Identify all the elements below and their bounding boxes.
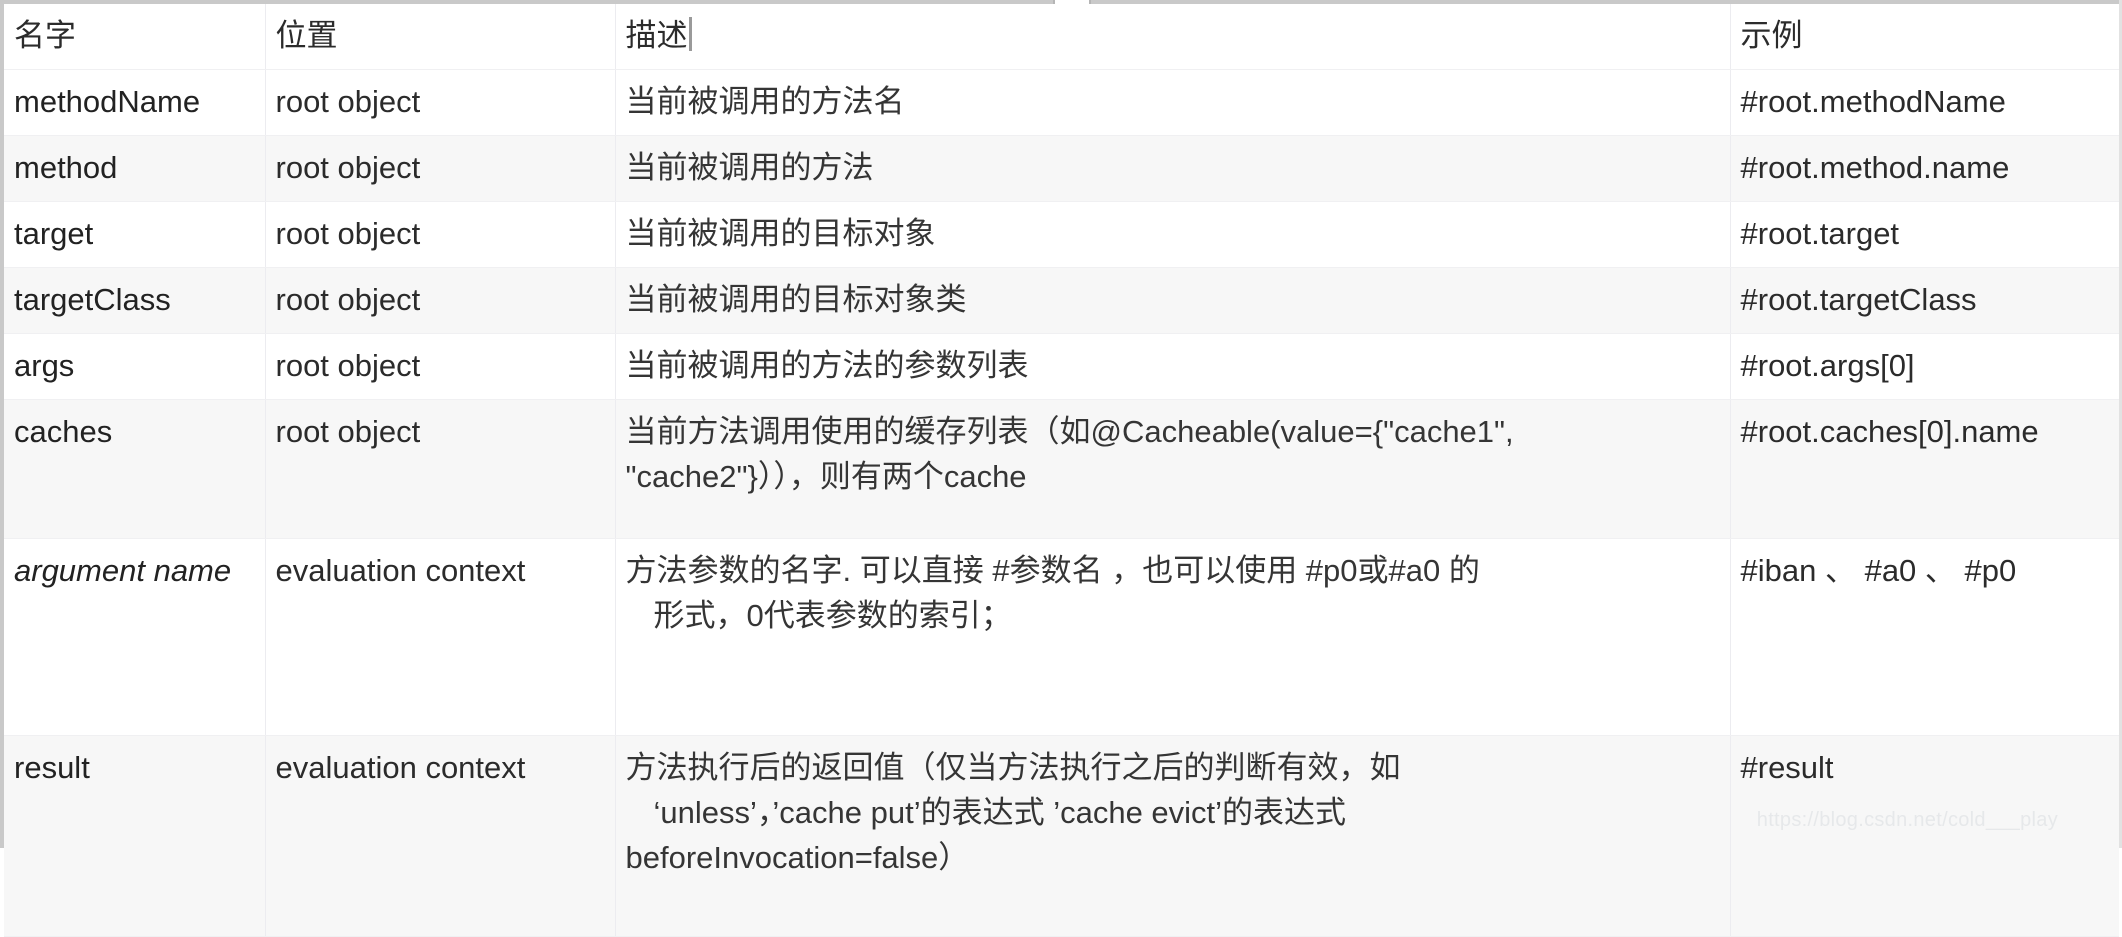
column-header-description: 描述 xyxy=(615,4,1731,70)
cell-example: #result xyxy=(1730,735,2119,937)
table-page: 名字 位置 描述 示例 methodName root object 当前被调用… xyxy=(0,0,2122,937)
table-row: args root object 当前被调用的方法的参数列表 #root.arg… xyxy=(4,333,2119,400)
cell-description: 当前被调用的目标对象 xyxy=(615,201,1731,268)
cell-example: #root.target xyxy=(1730,201,2119,268)
cell-example: #root.args[0] xyxy=(1730,333,2119,400)
cell-location: root object xyxy=(265,399,616,539)
table-row: target root object 当前被调用的目标对象 #root.targ… xyxy=(4,201,2119,268)
table-row: caches root object 当前方法调用使用的缓存列表（如@Cache… xyxy=(4,399,2119,539)
cell-description: 当前被调用的方法名 xyxy=(615,69,1731,136)
table-header-row: 名字 位置 描述 示例 xyxy=(4,4,2119,70)
description-line-1: 当前被调用的方法的参数列表 xyxy=(625,347,1029,383)
description-line-1: 当前方法调用使用的缓存列表（如@Cacheable(value={"cache1… xyxy=(625,413,1514,449)
description-line-1: 方法执行后的返回值（仅当方法执行之后的判断有效，如 xyxy=(625,749,1401,785)
cell-name: method xyxy=(4,135,266,202)
table-row: methodName root object 当前被调用的方法名 #root.m… xyxy=(4,69,2119,136)
description-line-1: 当前被调用的方法 xyxy=(625,149,874,185)
cell-description: 当前方法调用使用的缓存列表（如@Cacheable(value={"cache1… xyxy=(615,399,1731,539)
cell-example: #root.targetClass xyxy=(1730,267,2119,334)
csdn-watermark: https://blog.csdn.net/cold___play xyxy=(1756,809,2058,831)
table-row: method root object 当前被调用的方法 #root.method… xyxy=(4,135,2119,202)
column-header-name: 名字 xyxy=(4,4,266,70)
cell-name: argument name xyxy=(4,538,266,736)
text-cursor-caret xyxy=(688,17,692,51)
description-line-1: 当前被调用的目标对象类 xyxy=(625,281,967,317)
description-line-2: "cache2"}）），则有两个cache xyxy=(625,458,1027,494)
cell-name: methodName xyxy=(4,69,266,136)
description-line-2: ‘unless’，’cache put’的表达式 ’cache evict’的表… xyxy=(653,794,1347,830)
cell-example: #root.caches[0].name xyxy=(1730,399,2119,539)
description-line-3: beforeInvocation=false） xyxy=(625,839,970,875)
table-row: targetClass root object 当前被调用的目标对象类 #roo… xyxy=(4,267,2119,334)
cell-description: 当前被调用的目标对象类 xyxy=(615,267,1731,334)
table-row: argument name evaluation context 方法参数的名字… xyxy=(4,538,2119,736)
cell-description: 方法执行后的返回值（仅当方法执行之后的判断有效，如 ‘unless’，’cach… xyxy=(615,735,1731,937)
cell-example: #root.methodName xyxy=(1730,69,2119,136)
cell-name: targetClass xyxy=(4,267,266,334)
cell-description: 当前被调用的方法 xyxy=(615,135,1731,202)
cell-example: #root.method.name xyxy=(1730,135,2119,202)
cell-name: args xyxy=(4,333,266,400)
cell-name: caches xyxy=(4,399,266,539)
cell-example: #iban 、 #a0 、 #p0 xyxy=(1730,538,2119,736)
cell-location: root object xyxy=(265,135,616,202)
cell-description: 当前被调用的方法的参数列表 xyxy=(615,333,1731,400)
column-header-description-label: 描述 xyxy=(625,18,688,53)
cell-location: root object xyxy=(265,267,616,334)
spel-context-table: 名字 位置 描述 示例 methodName root object 当前被调用… xyxy=(4,4,2119,937)
table-row: result evaluation context 方法执行后的返回值（仅当方法… xyxy=(4,735,2119,937)
column-header-example: 示例 xyxy=(1730,4,2119,70)
cell-description: 方法参数的名字. 可以直接 #参数名 ，也可以使用 #p0或#a0 的 形式，0… xyxy=(615,538,1731,736)
cell-name: result xyxy=(4,735,266,937)
cell-location: evaluation context xyxy=(265,735,616,937)
cell-name: target xyxy=(4,201,266,268)
cell-location: root object xyxy=(265,333,616,400)
description-line-1: 当前被调用的方法名 xyxy=(625,83,905,119)
table-header: 名字 位置 描述 示例 xyxy=(4,4,2119,70)
cell-location: evaluation context xyxy=(265,538,616,736)
description-line-1: 当前被调用的目标对象 xyxy=(625,215,936,251)
column-header-location: 位置 xyxy=(265,4,616,70)
cell-location: root object xyxy=(265,69,616,136)
cell-location: root object xyxy=(265,201,616,268)
description-line-2: 形式，0代表参数的索引； xyxy=(653,597,1012,633)
description-line-1: 方法参数的名字. 可以直接 #参数名 ，也可以使用 #p0或#a0 的 xyxy=(625,552,1480,588)
table-body: methodName root object 当前被调用的方法名 #root.m… xyxy=(4,69,2119,937)
